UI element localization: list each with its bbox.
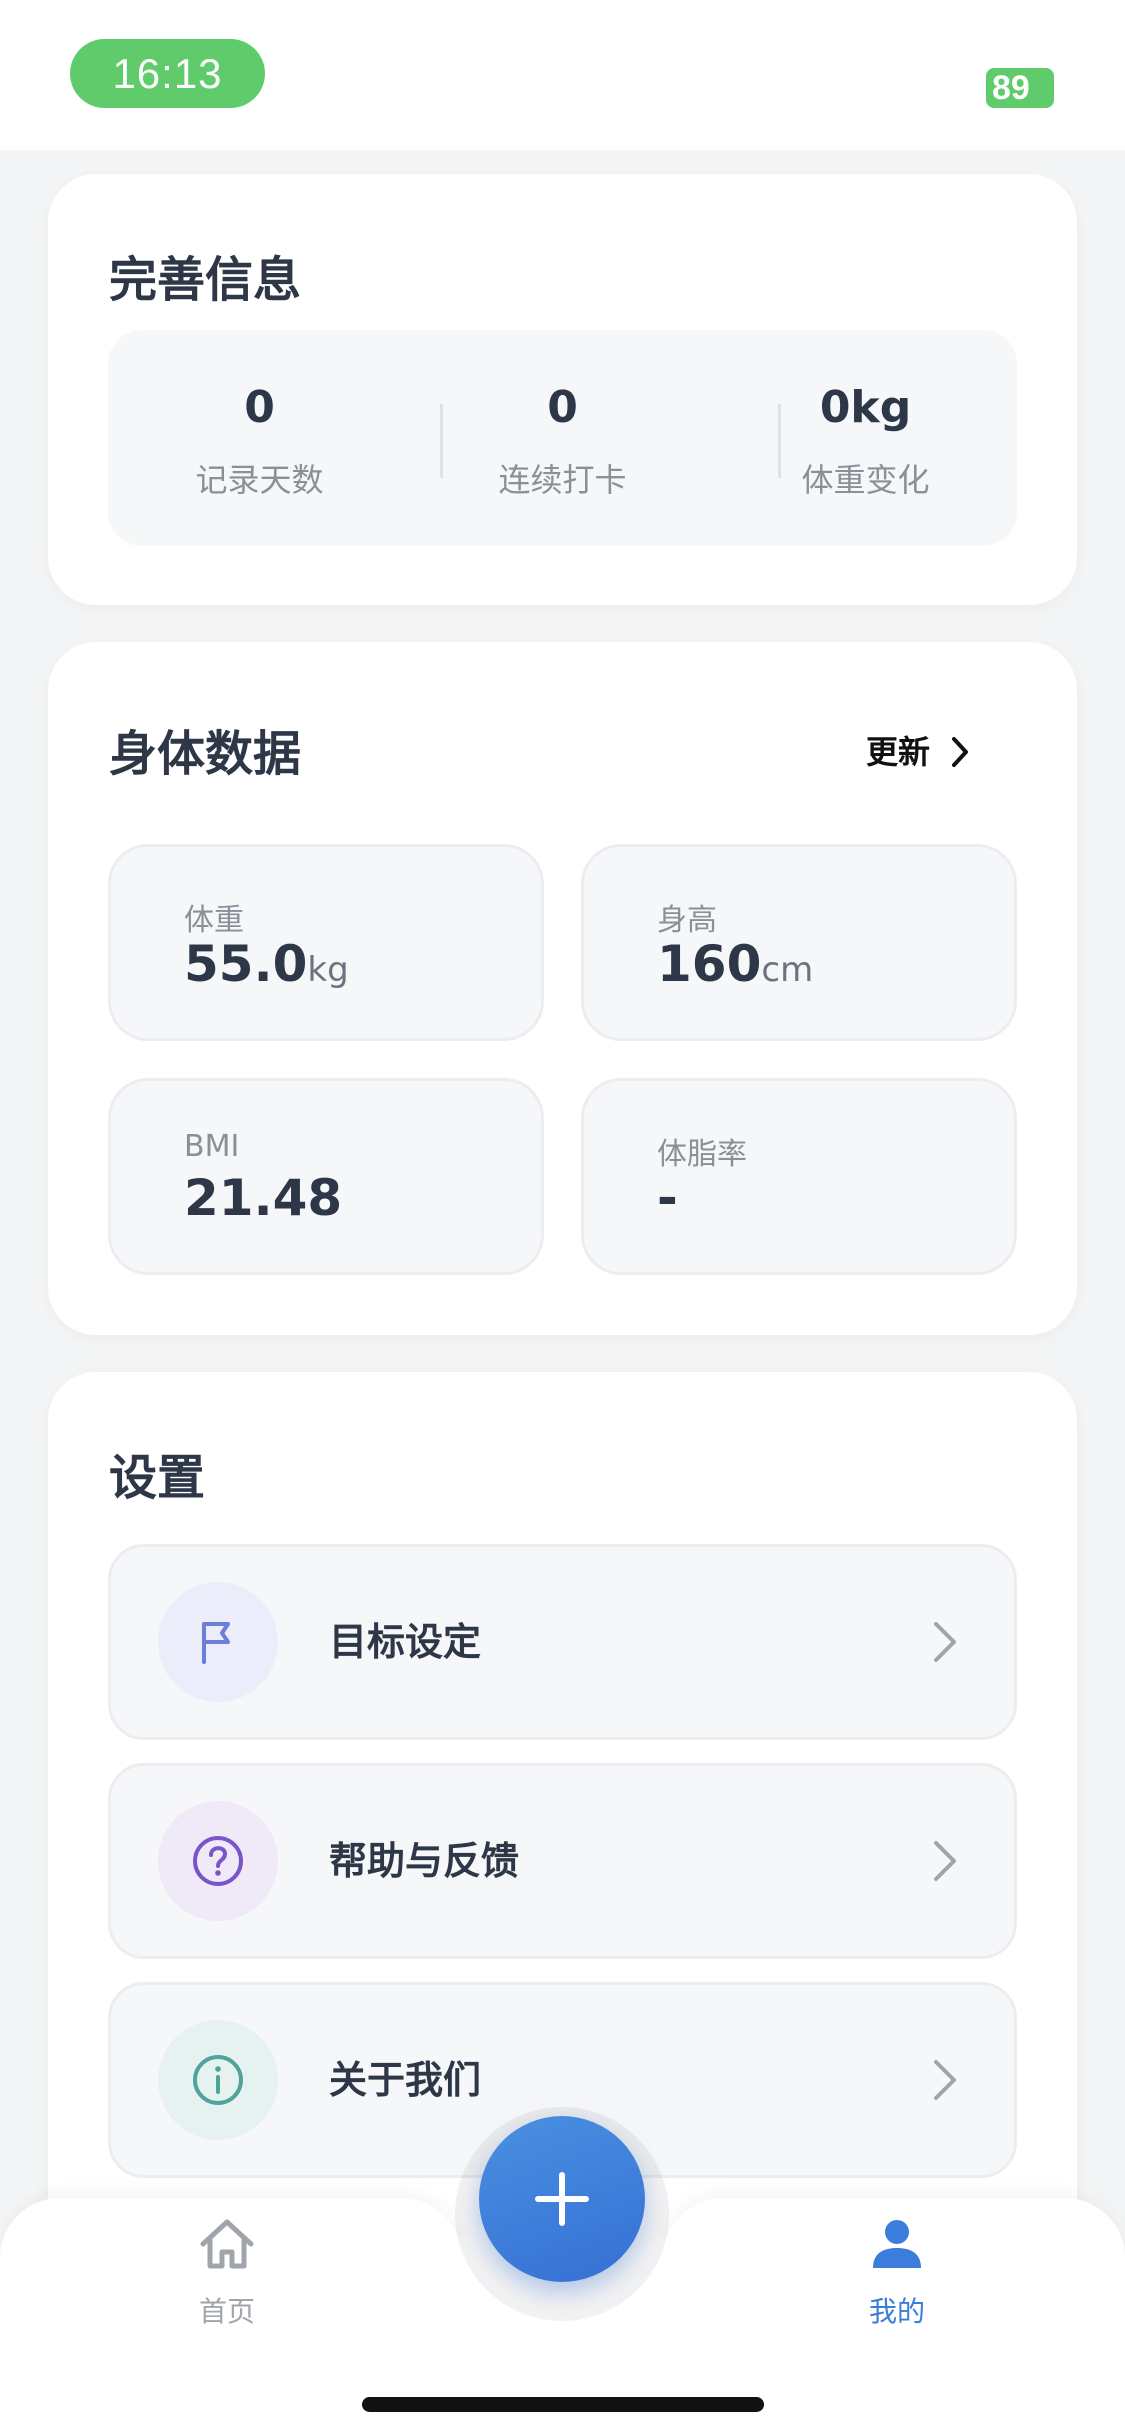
home-indicator[interactable] [362, 2397, 764, 2412]
stat-label: 体重变化 [801, 461, 930, 499]
tab-label: 首页 [198, 2295, 255, 2328]
metric-bmi[interactable]: BMI 21.48 [108, 1078, 544, 1275]
metric-height[interactable]: 身高 160cm [581, 844, 1017, 1041]
chevron-right-icon [934, 1841, 956, 1881]
metric-number: - [657, 1169, 678, 1227]
setting-label: 关于我们 [329, 2058, 482, 2102]
metric-number: 21.48 [184, 1169, 343, 1227]
metric-label: 体脂率 [657, 1137, 747, 1172]
metric-number: 55.0 [184, 935, 308, 993]
setting-goal[interactable]: 目标设定 [108, 1544, 1017, 1740]
metric-value: - [657, 1169, 678, 1227]
metric-number: 160 [657, 935, 762, 993]
user-icon [873, 2220, 921, 2268]
settings-title: 设置 [109, 1450, 206, 1506]
chevron-right-icon [952, 737, 968, 767]
tab-label: 我的 [868, 2295, 925, 2328]
metric-value: 21.48 [184, 1169, 342, 1227]
status-time: 16:13 [70, 39, 265, 108]
metric-value: 55.0kg [184, 935, 349, 993]
chevron-right-icon [934, 2060, 956, 2100]
stat-streak: 0 连续打卡 [411, 330, 714, 546]
stat-weight-change: 0kg 体重变化 [714, 330, 1017, 546]
flag-icon [158, 1582, 278, 1702]
stat-value: 0kg [819, 382, 912, 433]
status-bar: 16:13 89 [0, 0, 1125, 150]
metric-unit: cm [761, 950, 814, 990]
stats-box: 0 记录天数 0 连续打卡 0kg 体重变化 [108, 330, 1017, 546]
info-icon [158, 2020, 278, 2140]
tab-home[interactable]: 首页 [127, 2198, 327, 2348]
setting-label: 目标设定 [329, 1620, 482, 1664]
metric-unit: kg [307, 950, 349, 990]
setting-label: 帮助与反馈 [329, 1839, 520, 1883]
plus-icon [535, 2172, 589, 2226]
stat-record-days: 0 记录天数 [108, 330, 411, 546]
home-icon [200, 2219, 254, 2269]
metric-label: 身高 [657, 903, 717, 938]
chevron-right-icon [934, 1622, 956, 1662]
metric-label: 体重 [184, 903, 244, 938]
setting-help-feedback[interactable]: 帮助与反馈 [108, 1763, 1017, 1959]
metric-value: 160cm [657, 935, 813, 993]
metric-weight[interactable]: 体重 55.0kg [108, 844, 544, 1041]
question-icon [158, 1801, 278, 1921]
body-data-title: 身体数据 [109, 726, 302, 782]
profile-card-title[interactable]: 完善信息 [109, 240, 301, 310]
stat-value: 0 [244, 382, 275, 433]
stat-value: 0 [547, 382, 578, 433]
stat-label: 记录天数 [195, 461, 324, 499]
metric-body-fat[interactable]: 体脂率 - [581, 1078, 1017, 1275]
tab-mine[interactable]: 我的 [797, 2198, 997, 2348]
body-data-card: 身体数据 更新 体重 55.0kg 身高 160cm BMI 21.48 体脂率… [48, 642, 1077, 1335]
metric-label: BMI [184, 1129, 240, 1164]
stat-label: 连续打卡 [498, 461, 627, 499]
profile-summary-card: 完善信息 0 记录天数 0 连续打卡 0kg 体重变化 [48, 174, 1077, 605]
battery-indicator: 89 [986, 68, 1054, 108]
update-label: 更新 [866, 733, 931, 771]
add-record-button[interactable] [479, 2116, 645, 2282]
update-button[interactable]: 更新 [866, 722, 1026, 782]
